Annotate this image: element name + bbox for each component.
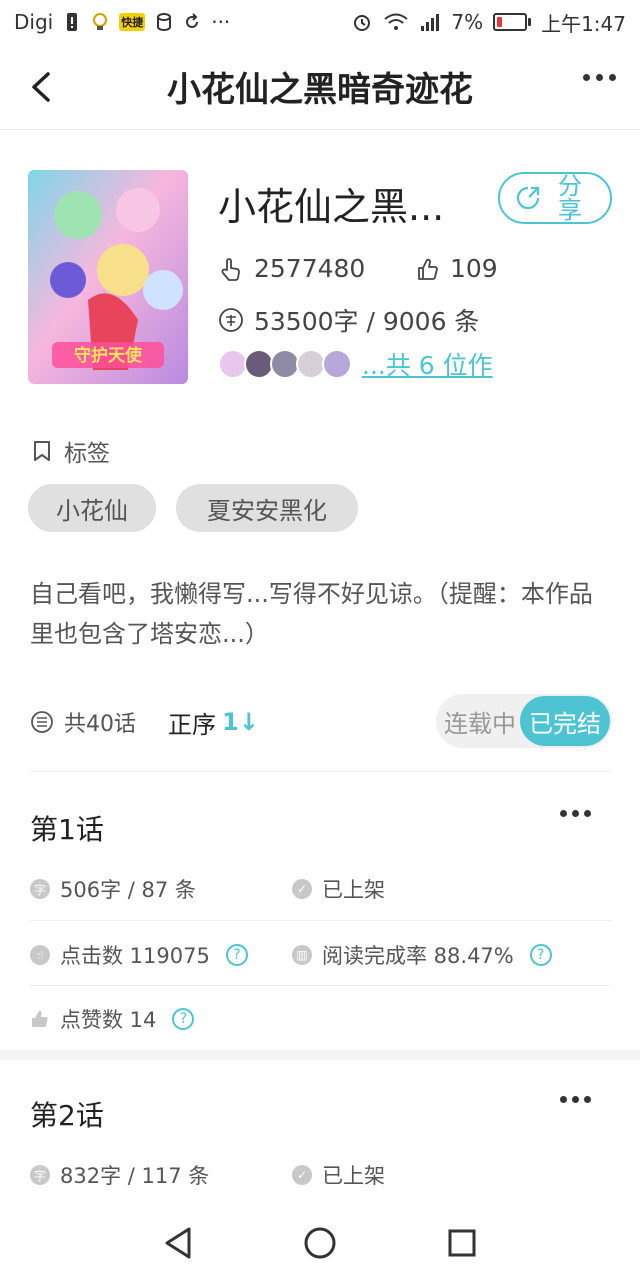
- back-arrow-icon[interactable]: [26, 70, 60, 104]
- chapter-clicks: ☝ 点击数 119075 ?: [30, 940, 248, 970]
- nav-home-icon[interactable]: [303, 1226, 337, 1260]
- share-icon: [516, 186, 540, 210]
- sort-order-label: 正序: [168, 710, 216, 739]
- word-icon: 字: [30, 879, 50, 899]
- chapter-title[interactable]: 第1话: [30, 808, 104, 848]
- wifi-icon: [384, 13, 408, 30]
- chapter-count-label: 共40话: [64, 712, 136, 737]
- share-label: 分享: [558, 174, 582, 222]
- chapter-status-label: 已上架: [322, 878, 385, 902]
- authors-link[interactable]: ...共 6 位作: [362, 346, 493, 382]
- chapter-likes-label: 点赞数 14: [60, 1008, 157, 1032]
- divider: [30, 985, 612, 986]
- question-icon[interactable]: ?: [172, 1008, 195, 1030]
- app-notif-icon: 快捷: [119, 13, 146, 31]
- thumb-up-icon: [32, 1010, 48, 1028]
- more-icon[interactable]: [583, 74, 616, 81]
- nav-bar: 小花仙之黑暗奇迹花: [0, 44, 640, 130]
- question-icon[interactable]: ?: [225, 944, 248, 966]
- nav-back-icon[interactable]: [162, 1226, 194, 1260]
- click-stat: 2577480: [218, 254, 365, 283]
- battery-percent: 7%: [451, 10, 484, 34]
- like-stat: 109: [414, 254, 498, 283]
- chapter-clicks-label: 点击数 119075: [60, 944, 210, 968]
- chapter-likes: 点赞数 14 ?: [30, 1004, 195, 1034]
- tag-icon: [34, 441, 50, 461]
- author-avatars[interactable]: ...共 6 位作: [218, 346, 493, 382]
- thumb-up-icon: [418, 258, 438, 280]
- chapter-words: 字 832字 / 117 条: [30, 1160, 209, 1190]
- chapter-status: ✓ 已上架: [292, 874, 385, 904]
- check-icon: ✓: [292, 1165, 312, 1185]
- word-stat: 53500字 / 9006 条: [218, 302, 479, 338]
- click-count: 2577480: [254, 254, 366, 283]
- section-divider: [0, 1050, 640, 1060]
- check-icon: ✓: [292, 879, 312, 899]
- work-title: 小花仙之黑...: [218, 185, 445, 229]
- signal-icon: [421, 14, 440, 31]
- status-bar: Digi 快捷 ··· 7% 上午1:47: [0, 0, 640, 44]
- book-icon: ▥: [292, 945, 312, 965]
- status-option-ongoing[interactable]: 连载中: [436, 704, 522, 739]
- divider: [30, 771, 612, 772]
- cover-logo-text: 守护天使: [74, 345, 143, 366]
- sort-icon: 1↓: [222, 708, 259, 736]
- storage-icon: [157, 13, 172, 31]
- chapter-more-icon[interactable]: [560, 1096, 591, 1103]
- alarm-icon: [354, 15, 371, 31]
- chapter-words-label: 506字 / 87 条: [60, 878, 196, 902]
- hand-tap-icon: [221, 257, 240, 281]
- chapter-read-rate: ▥ 阅读完成率 88.47% ?: [292, 940, 552, 970]
- chapter-read-rate-label: 阅读完成率 88.47%: [322, 944, 514, 968]
- carrier-label: Digi: [14, 10, 54, 34]
- hand-tap-icon: ☝: [30, 945, 50, 965]
- divider: [30, 920, 612, 921]
- clock: 上午1:47: [541, 11, 626, 36]
- tag-chip[interactable]: 小花仙: [28, 484, 156, 532]
- cover-image[interactable]: 守护天使: [28, 170, 188, 384]
- avatar: [322, 349, 352, 379]
- sort-order-button[interactable]: 正序 1↓: [168, 705, 259, 740]
- chapter-words: 字 506字 / 87 条: [30, 874, 196, 904]
- tags-heading-label: 标签: [64, 441, 110, 467]
- list-icon: [31, 711, 53, 733]
- like-count: 109: [450, 254, 498, 283]
- tags-heading: 标签: [30, 434, 110, 468]
- status-toggle[interactable]: 连载中 已完结: [436, 694, 612, 748]
- chapter-status: ✓ 已上架: [292, 1160, 385, 1190]
- word-count: 53500字 / 9006 条: [254, 307, 480, 336]
- status-option-finished[interactable]: 已完结: [520, 696, 610, 746]
- page-title: 小花仙之黑暗奇迹花: [167, 70, 473, 110]
- share-button[interactable]: 分享: [498, 172, 612, 224]
- alert-icon: [67, 13, 78, 31]
- chapter-title[interactable]: 第2话: [30, 1094, 104, 1134]
- bulb-icon: [93, 13, 108, 30]
- chapter-more-icon[interactable]: [560, 810, 591, 817]
- nav-recents-icon[interactable]: [447, 1228, 477, 1258]
- sync-icon: [186, 13, 199, 28]
- chapter-words-label: 832字 / 117 条: [60, 1164, 210, 1188]
- tag-chip[interactable]: 夏安安黑化: [176, 484, 358, 532]
- battery-icon: [493, 13, 532, 31]
- chapter-count: 共40话: [30, 706, 136, 738]
- chapter-status-label: 已上架: [322, 1164, 385, 1188]
- system-nav-bar: [0, 1210, 640, 1280]
- question-icon[interactable]: ?: [529, 944, 552, 966]
- overflow-indicator: ···: [211, 10, 231, 34]
- work-description: 自己看吧，我懒得写...写得不好见谅。（提醒：本作品里也包含了塔安恋...）: [30, 580, 593, 648]
- word-icon: [219, 308, 243, 332]
- word-icon: 字: [30, 1165, 50, 1185]
